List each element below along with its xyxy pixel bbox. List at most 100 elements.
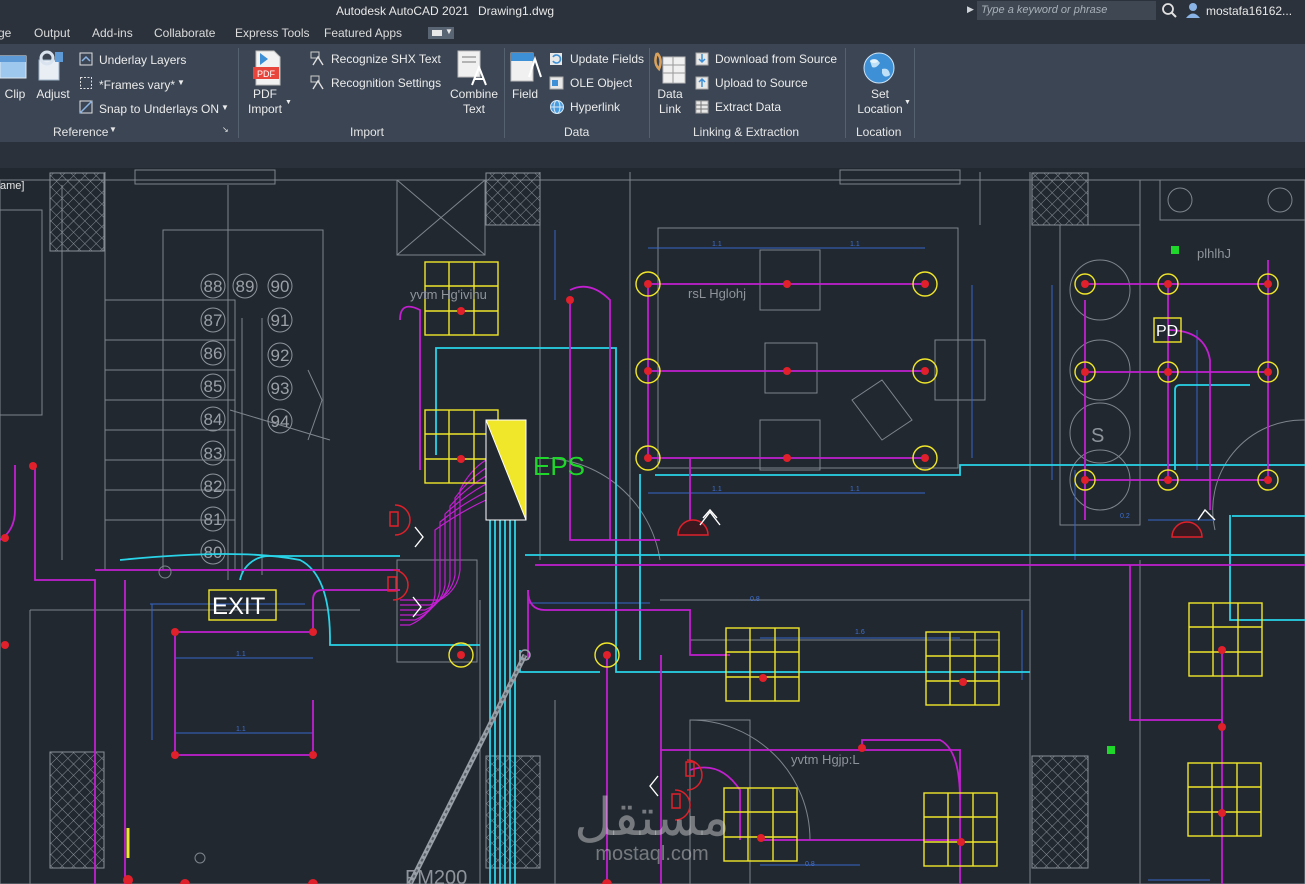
pdf-badge: PDF: [257, 69, 276, 79]
clip-button[interactable]: Clip: [2, 87, 28, 102]
snap-underlays-toggle[interactable]: Snap to Underlays ON: [99, 102, 219, 116]
panel-icon: [432, 30, 442, 36]
ribbon-minimize-button[interactable]: ▼: [428, 27, 454, 39]
globe-icon: [550, 100, 564, 114]
svg-text:1.6: 1.6: [855, 629, 865, 636]
extract-data-icon: [695, 100, 709, 114]
combine-text-label-2[interactable]: Text: [446, 102, 502, 117]
room-number: 85: [204, 377, 223, 396]
tab-collaborate[interactable]: Collaborate: [154, 26, 215, 40]
room-number: 94: [271, 412, 290, 431]
adjust-button[interactable]: Adjust: [34, 87, 72, 102]
building-walls: [0, 169, 1305, 884]
cad-drawing: 88 89 90 87 91 86 92 85 93 84 94 83 82 8…: [0, 169, 1305, 884]
user-name[interactable]: mostafa16162...: [1206, 4, 1292, 18]
svg-text:1.1: 1.1: [236, 726, 246, 733]
ribbon-tab-bar: ge Output Add-ins Collaborate Express To…: [0, 22, 1305, 44]
group-label-linking[interactable]: Linking & Extraction: [693, 125, 799, 139]
update-fields-icon: [550, 53, 562, 65]
search-icon[interactable]: [1161, 2, 1178, 19]
title-bar: Autodesk AutoCAD 2021 Drawing1.dwg ▶ Typ…: [0, 0, 1305, 22]
extract-data-button[interactable]: Extract Data: [715, 100, 781, 114]
search-placeholder: Type a keyword or phrase: [981, 4, 1108, 16]
watermark-url: mostaql.com: [595, 843, 709, 865]
room-label: yvtm Hgjp:L: [791, 752, 860, 767]
room-number: 86: [204, 344, 223, 363]
recognize-shx-icon: [310, 51, 324, 66]
upload-icon: [695, 76, 709, 90]
room-label: yvtm Hg'ivihu: [410, 287, 487, 302]
svg-text:1.1: 1.1: [850, 241, 860, 248]
frames-dropdown[interactable]: *Frames vary*: [99, 78, 175, 92]
svg-text:1.1: 1.1: [712, 241, 722, 248]
room-label: rsL Hglohj: [688, 286, 746, 301]
group-separator: [914, 48, 915, 138]
svg-text:0.2: 0.2: [1120, 513, 1130, 520]
chevron-right-icon[interactable]: ▶: [967, 4, 974, 15]
pdf-import-label-2[interactable]: Import: [245, 102, 285, 117]
viewport-label[interactable]: ame]: [0, 180, 24, 192]
watermark-arabic: مستقل: [574, 789, 730, 847]
room-labels: yvtm Hg'ivihu rsL Hglohj plhlhJ yvtm Hgj…: [410, 246, 1231, 767]
group-separator: [649, 48, 650, 138]
drawing-canvas[interactable]: 88 89 90 87 91 86 92 85 93 84 94 83 82 8…: [0, 168, 1305, 884]
group-label-data[interactable]: Data: [564, 125, 589, 139]
ole-object-button[interactable]: OLE Object: [570, 76, 632, 90]
file-tab-strip: [0, 142, 1305, 168]
field-button[interactable]: Field: [507, 87, 543, 102]
room-number: 81: [204, 510, 223, 529]
tab-featured-apps[interactable]: Featured Apps: [324, 26, 402, 40]
svg-text:1.1: 1.1: [850, 486, 860, 493]
pdf-import-icon: PDF: [253, 50, 281, 86]
tab-add-ins[interactable]: Add-ins: [92, 26, 133, 40]
data-link-label-2[interactable]: Link: [651, 102, 689, 117]
user-icon[interactable]: [1185, 2, 1201, 19]
ribbon-panel: Clip Adjust Underlay Layers *Frames vary…: [0, 44, 1305, 142]
snap-icon: [79, 100, 93, 114]
adjust-icon: [38, 50, 63, 81]
group-label-import[interactable]: Import: [350, 125, 384, 139]
chevron-down-icon[interactable]: ▼: [109, 125, 117, 134]
tab-express-tools[interactable]: Express Tools: [235, 26, 309, 40]
s-label: S: [1091, 425, 1104, 447]
group-separator: [504, 48, 505, 138]
dialog-launcher-icon[interactable]: ↘: [222, 125, 229, 134]
light-fixtures: [424, 261, 1263, 867]
frames-icon: [80, 77, 92, 89]
hyperlink-button[interactable]: Hyperlink: [570, 100, 620, 114]
chevron-down-icon: ▼: [904, 99, 911, 106]
pdf-import-label[interactable]: PDF: [245, 87, 285, 102]
field-icon: [510, 52, 542, 82]
chevron-down-icon: ▼: [177, 78, 185, 87]
room-label: plhlhJ: [1197, 246, 1231, 261]
fixture: [1187, 762, 1262, 837]
ole-object-icon: [549, 76, 564, 90]
room-number: 82: [204, 477, 223, 496]
room-number: 83: [204, 444, 223, 463]
room-number: 91: [271, 311, 290, 330]
download-from-source-button[interactable]: Download from Source: [715, 52, 837, 66]
group-label-reference[interactable]: Reference: [53, 125, 108, 139]
upload-to-source-button[interactable]: Upload to Source: [715, 76, 808, 90]
svg-text:0.8: 0.8: [750, 596, 760, 603]
recognition-settings-button[interactable]: Recognition Settings: [331, 76, 441, 90]
set-location-label[interactable]: Set: [852, 87, 908, 102]
set-location-label-2[interactable]: Location: [852, 102, 908, 117]
room-number: 88: [204, 277, 223, 296]
update-fields-button[interactable]: Update Fields: [570, 52, 644, 66]
group-label-location[interactable]: Location: [856, 125, 901, 139]
data-link-label[interactable]: Data: [651, 87, 689, 102]
combine-text-label[interactable]: Combine: [446, 87, 502, 102]
data-link-icon: [654, 52, 686, 84]
room-number: 87: [204, 311, 223, 330]
underlay-layers-button[interactable]: Underlay Layers: [99, 53, 186, 67]
tab-manage[interactable]: ge: [0, 26, 11, 40]
tab-output[interactable]: Output: [34, 26, 70, 40]
search-input[interactable]: Type a keyword or phrase: [977, 1, 1156, 20]
clip-icon: [0, 55, 27, 79]
underlay-layers-icon: [79, 52, 93, 66]
chevron-down-icon: ▼: [221, 103, 229, 112]
recognize-shx-button[interactable]: Recognize SHX Text: [331, 52, 441, 66]
app-title: Autodesk AutoCAD 2021: [336, 4, 469, 18]
conduit-bundle: [400, 459, 487, 626]
